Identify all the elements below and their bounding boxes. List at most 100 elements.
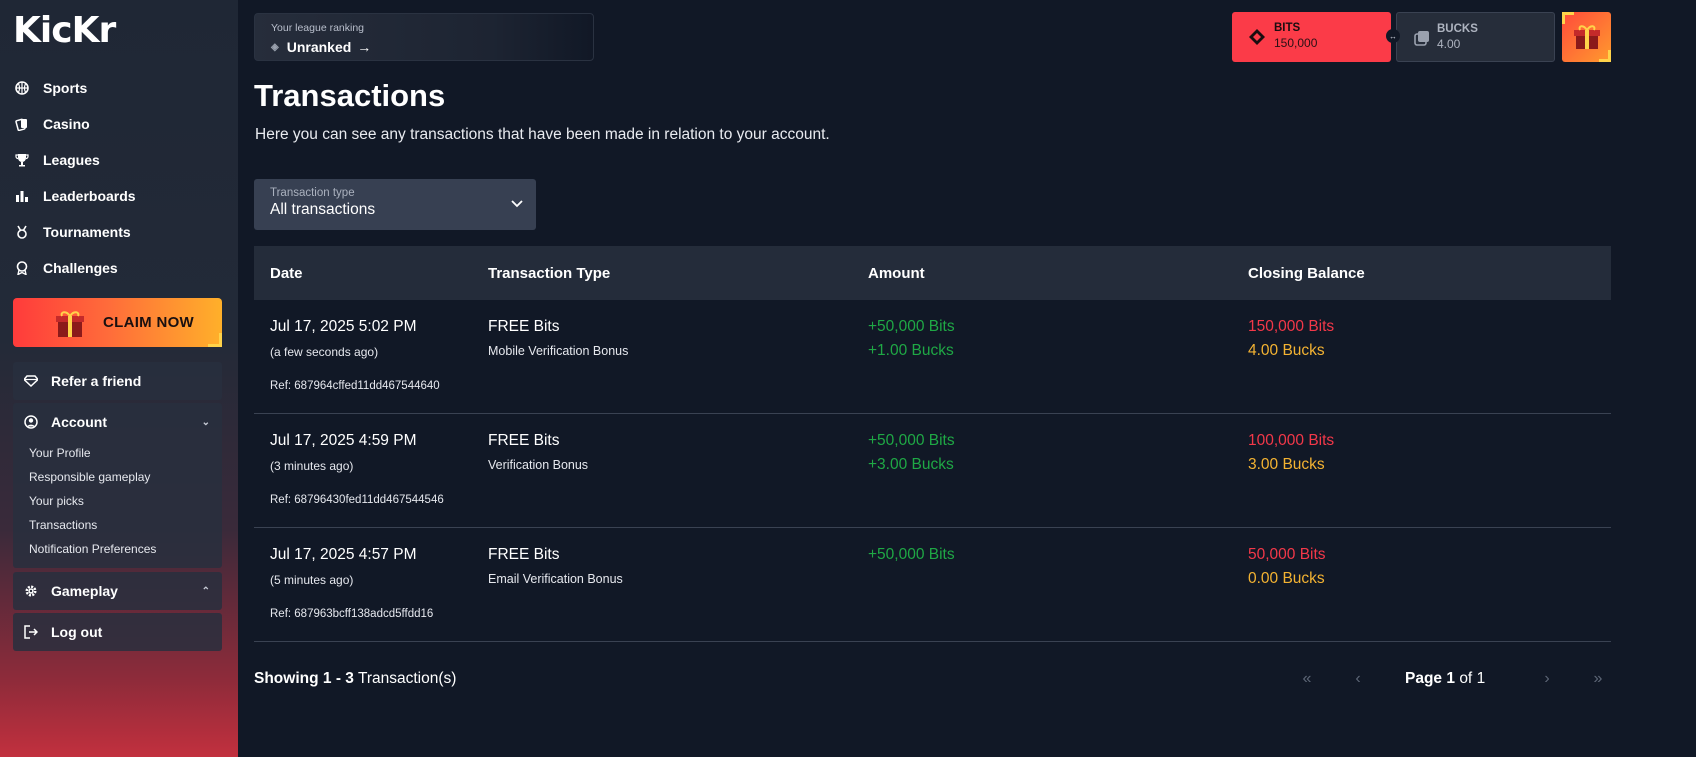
amount-bits: +50,000 Bits [868, 546, 955, 563]
table-row: Jul 17, 2025 5:02 PM (a few seconds ago)… [254, 300, 1611, 414]
balance-bucks: 0.00 Bucks [1248, 570, 1325, 587]
nav-item-sports[interactable]: Sports [13, 70, 223, 106]
user-circle-icon [23, 414, 39, 430]
bar-chart-icon [13, 187, 31, 205]
table-row: Jul 17, 2025 4:59 PM (3 minutes ago) Ref… [254, 414, 1611, 528]
main-nav: Sports Casino Leagues Leaderboards Tourn… [13, 70, 223, 286]
account-item-your-profile[interactable]: Your Profile [29, 441, 222, 465]
next-page-icon[interactable]: › [1535, 668, 1559, 690]
transaction-subtype: Email Verification Bonus [488, 572, 623, 586]
account-item-transactions[interactable]: Transactions [29, 513, 222, 537]
league-ranking-label: Your league ranking [271, 22, 365, 34]
gift-icon [1572, 22, 1602, 57]
page-current: 1 [1446, 670, 1455, 687]
page-title: Transactions [254, 78, 446, 113]
nav-item-leaderboards[interactable]: Leaderboards [13, 178, 223, 214]
bits-value: 150,000 [1274, 36, 1318, 50]
first-page-icon[interactable]: « [1295, 668, 1319, 690]
sidebar: KicKr Sports Casino Leagues Leaderboards [0, 0, 238, 757]
amount-bucks: +1.00 Bucks [868, 342, 954, 359]
page-of: of [1459, 670, 1473, 687]
transaction-type-value: All transactions [270, 201, 376, 218]
transaction-type: FREE Bits [488, 546, 560, 563]
logout-label: Log out [51, 624, 103, 640]
transaction-date: Jul 17, 2025 4:57 PM [270, 546, 417, 563]
account-toggle[interactable]: Account ⌄ [13, 403, 222, 441]
logout-button[interactable]: Log out [13, 613, 222, 651]
prev-page-icon[interactable]: ‹ [1346, 668, 1370, 690]
nav-label: Sports [43, 80, 88, 96]
nav-label: Leaderboards [43, 188, 136, 204]
page-description: Here you can see any transactions that h… [255, 126, 830, 143]
refer-friend-panel[interactable]: Refer a friend [13, 362, 222, 400]
amount-cell: +50,000 Bits +1.00 Bucks [868, 318, 955, 360]
transaction-relative-time: (5 minutes ago) [270, 573, 354, 587]
transaction-type-select[interactable]: Transaction type All transactions [254, 179, 536, 230]
pagination: « ‹ Page 1 of 1 › » [1290, 668, 1611, 690]
table-header: Date Transaction Type Amount Closing Bal… [254, 246, 1611, 300]
chevron-down-icon: ⌄ [201, 416, 210, 428]
nav-label: Challenges [43, 260, 118, 276]
nav-item-leagues[interactable]: Leagues [13, 142, 223, 178]
type-cell: FREE Bits Mobile Verification Bonus [488, 318, 628, 358]
league-ranking-card[interactable]: Your league ranking ◈ Unranked → [254, 13, 594, 61]
amount-cell: +50,000 Bits [868, 546, 955, 564]
showing-range: 1 - 3 [322, 670, 354, 687]
kickr-logo[interactable]: KicKr [13, 10, 116, 51]
nav-item-tournaments[interactable]: Tournaments [13, 214, 223, 250]
transaction-ref: Ref: 687963bcff138adcd5ffdd16 [270, 608, 434, 620]
transaction-date: Jul 17, 2025 4:59 PM [270, 432, 417, 449]
transactions-table: Date Transaction Type Amount Closing Bal… [254, 246, 1611, 642]
gameplay-panel: Gameplay ⌃ [13, 572, 222, 610]
bucks-balance-card[interactable]: BUCKS 4.00 [1396, 12, 1555, 62]
type-cell: FREE Bits Email Verification Bonus [488, 546, 623, 586]
rank-icon: ◈ [271, 41, 279, 53]
gift-icon [53, 306, 87, 340]
amount-bits: +50,000 Bits [868, 318, 955, 335]
balance-bucks: 4.00 Bucks [1248, 342, 1325, 359]
rewards-gift-button[interactable] [1562, 12, 1611, 62]
amount-bucks: +3.00 Bucks [868, 456, 954, 473]
page-total: 1 [1476, 670, 1486, 687]
logout-panel: Log out [13, 613, 222, 651]
showing-prefix: Showing [254, 670, 319, 687]
transaction-type-label: Transaction type [270, 187, 355, 199]
transaction-date: Jul 17, 2025 5:02 PM [270, 318, 417, 335]
transaction-subtype: Mobile Verification Bonus [488, 344, 629, 358]
league-ranking-value: Unranked [286, 39, 352, 55]
transaction-ref: Ref: 687964cffed11dd467544640 [270, 380, 440, 392]
balance-bucks: 3.00 Bucks [1248, 456, 1325, 473]
account-submenu: Your Profile Responsible gameplay Your p… [13, 441, 222, 561]
trophy-icon [13, 151, 31, 169]
claim-now-button[interactable]: CLAIM NOW [13, 298, 222, 347]
account-item-notification-preferences[interactable]: Notification Preferences [29, 537, 222, 561]
award-icon [13, 259, 31, 277]
chevron-down-icon [510, 196, 524, 210]
balance-bits: 50,000 Bits [1248, 546, 1326, 563]
balance-bits: 100,000 Bits [1248, 432, 1335, 449]
refer-friend-button[interactable]: Refer a friend [13, 362, 222, 400]
date-cell: Jul 17, 2025 4:57 PM (5 minutes ago) [270, 546, 417, 587]
page-word: Page [1405, 670, 1443, 687]
bits-balance-card[interactable]: BITS 150,000 [1232, 12, 1391, 62]
table-row: Jul 17, 2025 4:57 PM (5 minutes ago) Ref… [254, 528, 1611, 642]
gameplay-toggle[interactable]: Gameplay ⌃ [13, 572, 222, 610]
cards-icon [13, 115, 31, 133]
gear-icon [23, 583, 39, 599]
header-date: Date [270, 264, 303, 282]
balance-cell: 50,000 Bits 0.00 Bucks [1248, 546, 1326, 588]
account-item-responsible-gameplay[interactable]: Responsible gameplay [29, 465, 222, 489]
currency-swap-icon[interactable]: ↔ [1386, 29, 1400, 43]
amount-cell: +50,000 Bits +3.00 Bucks [868, 432, 955, 474]
account-item-your-picks[interactable]: Your picks [29, 489, 222, 513]
bucks-label: BUCKS [1437, 23, 1478, 35]
nav-item-challenges[interactable]: Challenges [13, 250, 223, 286]
transaction-ref: Ref: 68796430fed11dd467544546 [270, 494, 444, 506]
nav-item-casino[interactable]: Casino [13, 106, 223, 142]
last-page-icon[interactable]: » [1586, 668, 1610, 690]
chevron-up-icon: ⌃ [201, 585, 210, 597]
type-cell: FREE Bits Verification Bonus [488, 432, 588, 472]
corner-accent [1599, 50, 1611, 62]
amount-bits: +50,000 Bits [868, 432, 955, 449]
transaction-type: FREE Bits [488, 318, 560, 335]
